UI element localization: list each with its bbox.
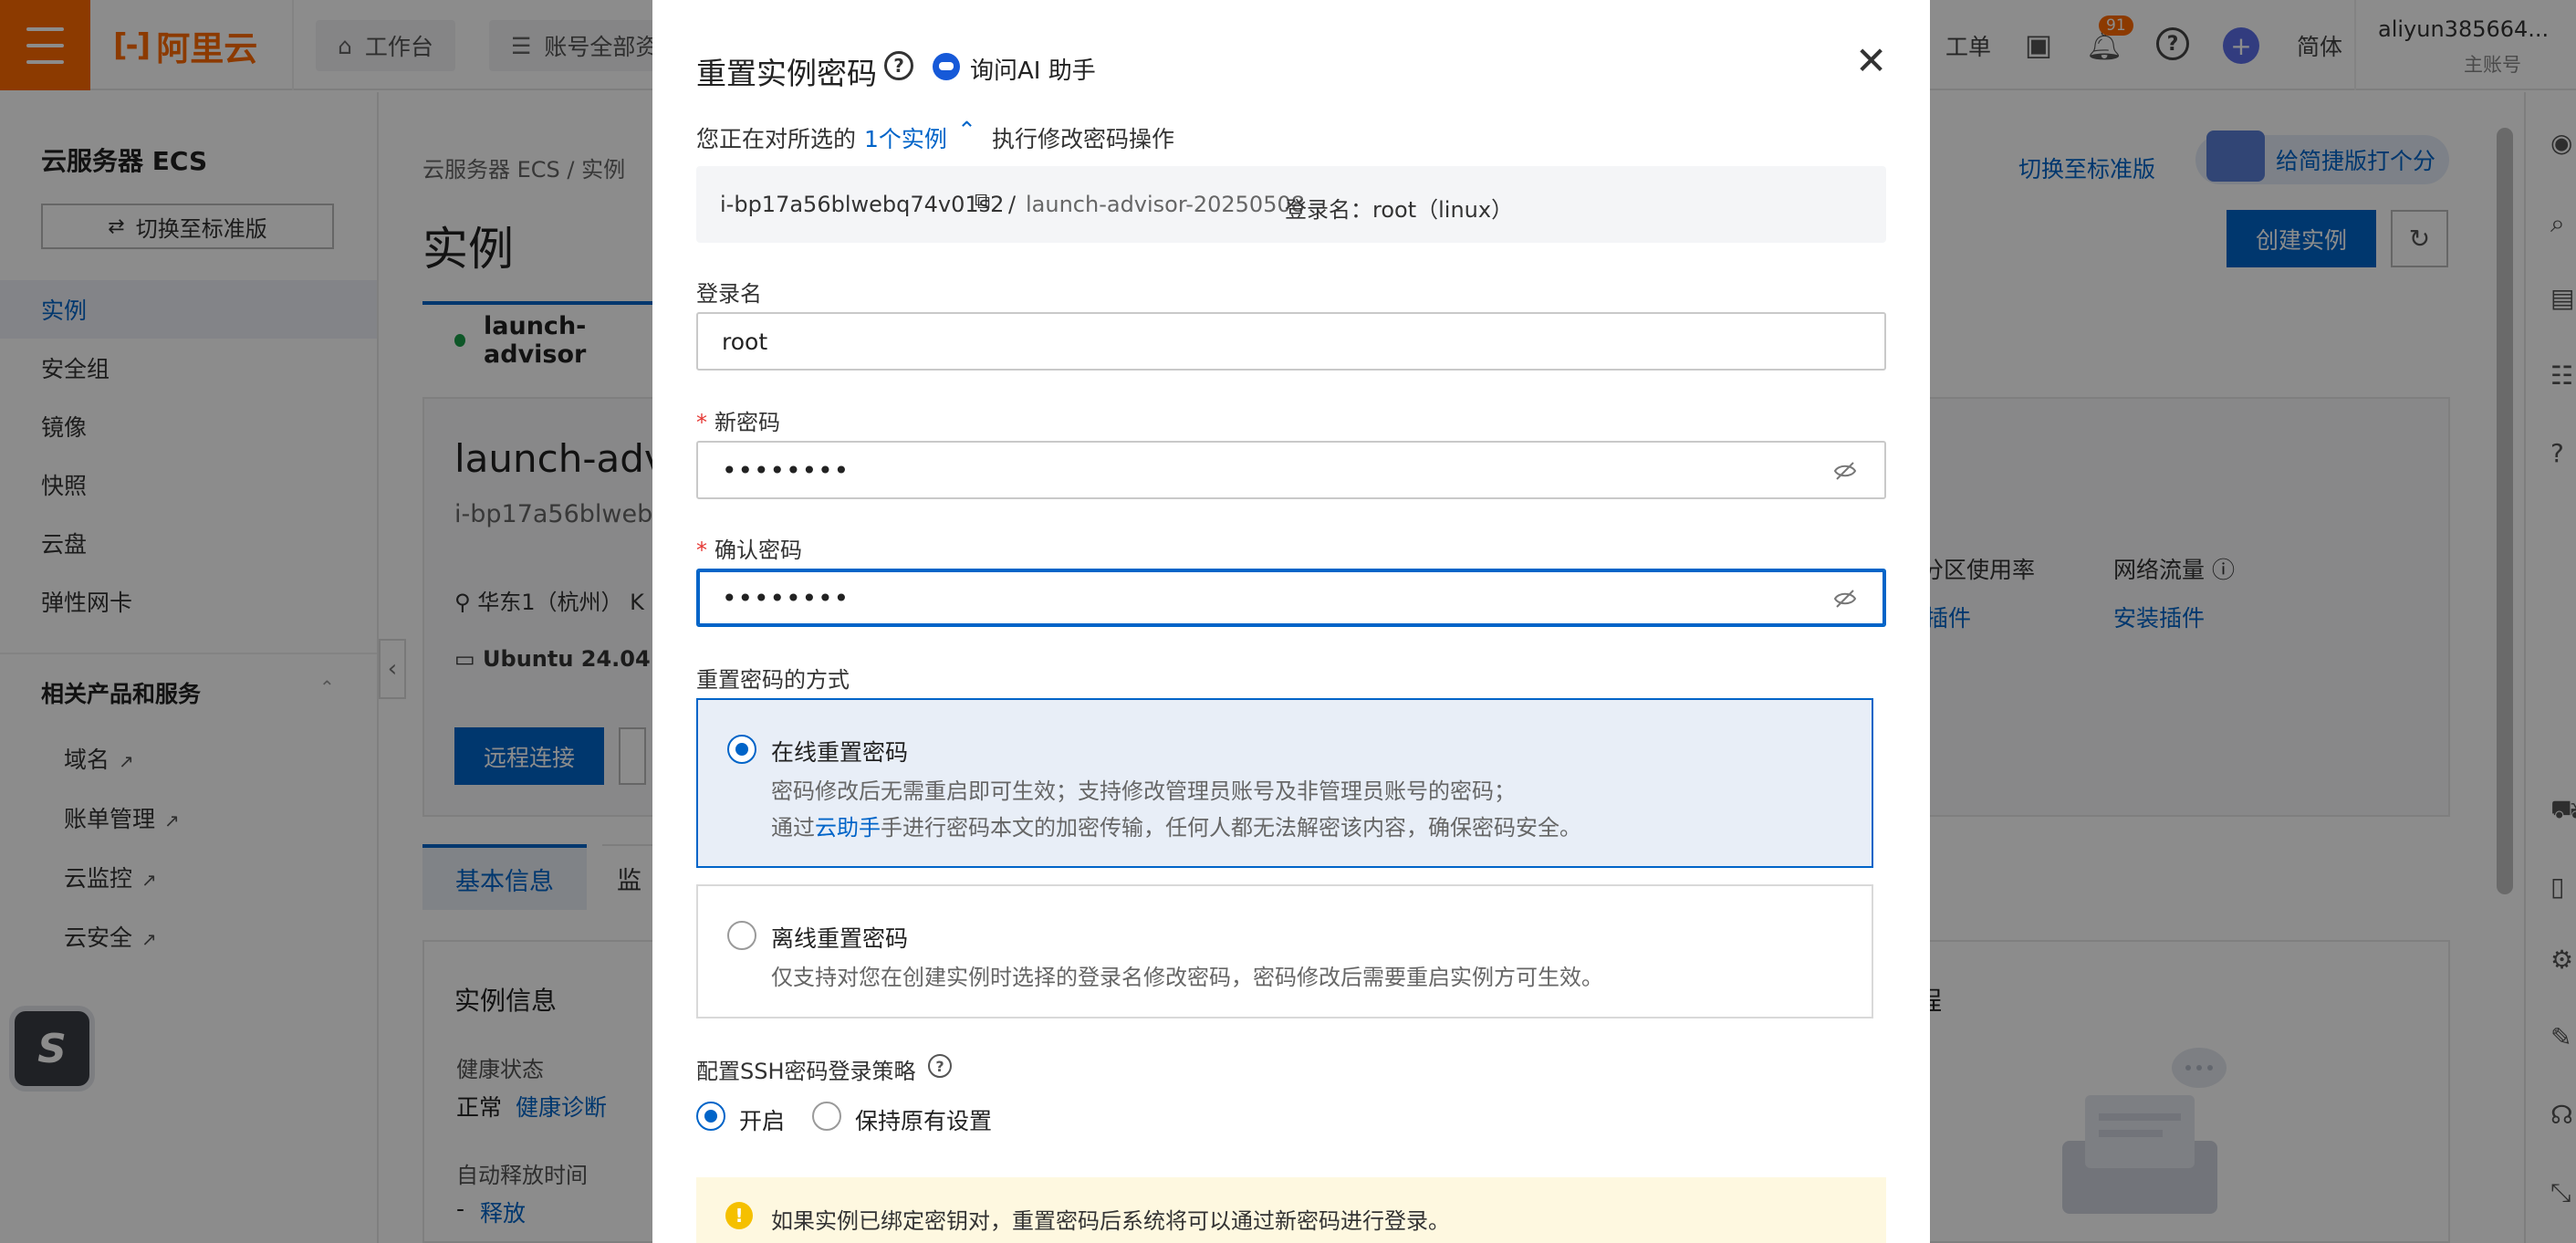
- eye-off-icon[interactable]: [1833, 587, 1857, 611]
- selected-instances-link[interactable]: 1个实例: [864, 121, 947, 154]
- offline-reset-radio[interactable]: [727, 921, 756, 950]
- operation-prefix: 您正在对所选的: [696, 126, 857, 152]
- copy-icon[interactable]: ⧉: [975, 188, 990, 214]
- operation-suffix: 执行修改密码操作: [992, 126, 1175, 152]
- ssh-keep-label[interactable]: 保持原有设置: [855, 1103, 992, 1136]
- ssh-policy-label: 配置SSH密码登录策略: [696, 1059, 916, 1084]
- separator: /: [1008, 192, 1017, 217]
- instance-name: launch-advisor-20250508: [1026, 192, 1306, 217]
- cloud-assistant-link[interactable]: 云助手: [815, 815, 881, 841]
- eye-off-icon[interactable]: [1833, 459, 1857, 483]
- offline-reset-title: 离线重置密码: [771, 925, 909, 952]
- warning-icon: !: [725, 1202, 753, 1229]
- confirm-password-label: * 确认密码: [696, 538, 802, 563]
- online-reset-desc-2: 通过云助手手进行密码本文的加密传输，任何人都无法解密该内容，确保密码安全。: [771, 815, 1581, 841]
- offline-reset-desc: 仅支持对您在创建实例时选择的登录名修改密码，密码修改后需要重启实例方可生效。: [771, 965, 1603, 990]
- reset-password-dialog: 重置实例密码 ? 询问AI 助手 ✕ 您正在对所选的 1个实例 ⌃ 执行修改密码…: [652, 0, 1930, 1243]
- chevron-up-icon[interactable]: ⌃: [957, 117, 976, 143]
- login-name-field[interactable]: root: [696, 312, 1886, 371]
- help-icon[interactable]: ?: [884, 51, 913, 80]
- ask-ai-link[interactable]: 询问AI 助手: [970, 52, 1096, 86]
- new-password-field[interactable]: ••••••••: [696, 441, 1886, 499]
- confirm-password-field[interactable]: ••••••••: [696, 569, 1886, 627]
- ssh-enable-radio[interactable]: [696, 1102, 725, 1131]
- new-password-label: * 新密码: [696, 410, 780, 435]
- reset-method-label: 重置密码的方式: [696, 667, 850, 693]
- login-summary: 登录名：root（linux）: [1285, 197, 1514, 223]
- ssh-keep-radio[interactable]: [812, 1102, 841, 1131]
- close-icon[interactable]: ✕: [1855, 42, 1887, 80]
- ai-assistant-icon[interactable]: [933, 53, 960, 80]
- online-reset-title: 在线重置密码: [771, 739, 909, 766]
- online-reset-radio[interactable]: [727, 735, 756, 764]
- offline-reset-option[interactable]: 离线重置密码 仅支持对您在创建实例时选择的登录名修改密码，密码修改后需要重启实例…: [696, 884, 1873, 1018]
- warning-text: 如果实例已绑定密钥对，重置密码后系统将可以通过新密码进行登录。: [771, 1208, 1450, 1234]
- login-name-label: 登录名: [696, 281, 762, 307]
- online-reset-desc-1: 密码修改后无需重启即可生效；支持修改管理员账号及非管理员账号的密码；: [771, 778, 1516, 804]
- help-icon[interactable]: ?: [928, 1054, 952, 1078]
- ssh-enable-label[interactable]: 开启: [739, 1103, 785, 1136]
- online-reset-option[interactable]: 在线重置密码 密码修改后无需重启即可生效；支持修改管理员账号及非管理员账号的密码…: [696, 698, 1873, 868]
- instance-id: i-bp17a56blwebq74v01s2: [720, 192, 1005, 217]
- dialog-title: 重置实例密码: [696, 56, 877, 91]
